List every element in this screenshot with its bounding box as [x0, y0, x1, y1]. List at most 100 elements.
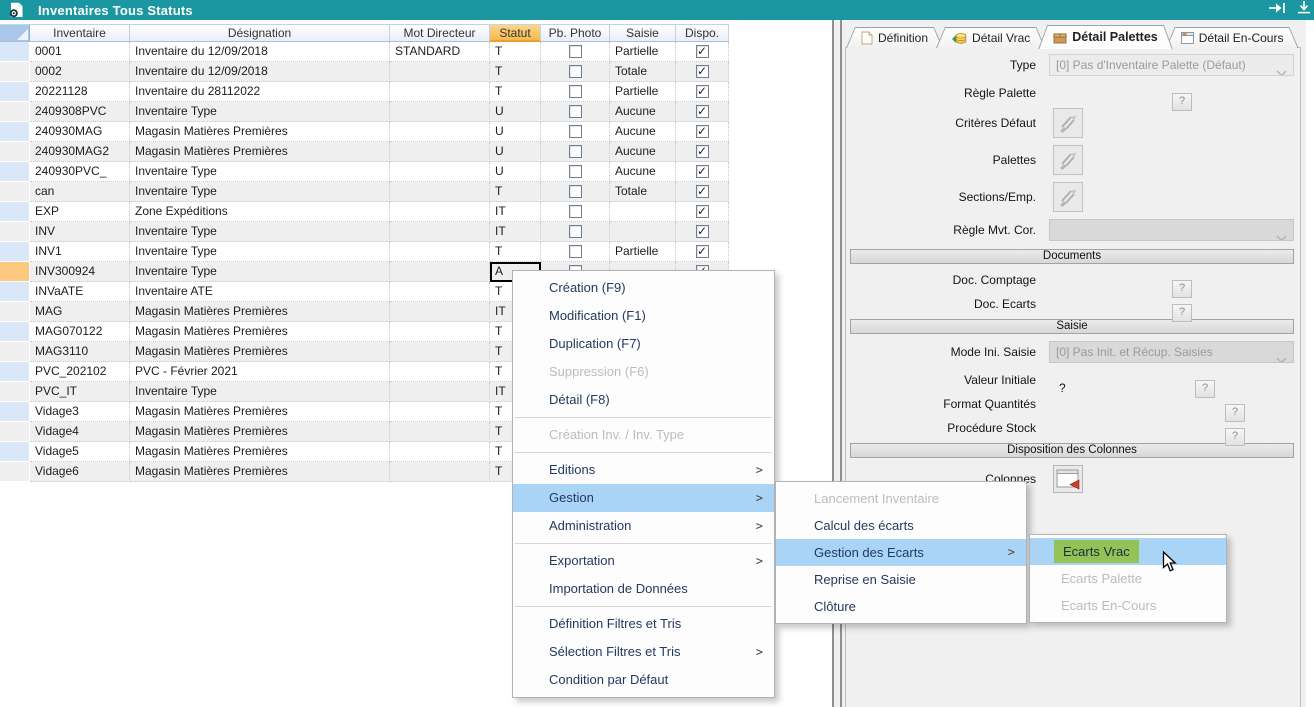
cell-pb-photo[interactable] — [541, 222, 610, 242]
col-header-mot-directeur[interactable]: Mot Directeur — [390, 24, 490, 42]
stamp-button[interactable] — [1053, 182, 1083, 212]
cell-mot-directeur[interactable] — [390, 222, 490, 242]
cell-dispo[interactable]: ✓ — [676, 222, 729, 242]
cell-saisie[interactable]: Aucune — [610, 162, 676, 182]
checkbox[interactable]: ✓ — [696, 185, 709, 198]
download-icon[interactable] — [1296, 1, 1312, 19]
cell-inventaire[interactable]: 2409308PVC — [30, 102, 130, 122]
cell-saisie[interactable]: Aucune — [610, 102, 676, 122]
stamp-button[interactable] — [1053, 108, 1083, 138]
checkbox[interactable] — [569, 205, 582, 218]
cell-pb-photo[interactable] — [541, 162, 610, 182]
cell-inventaire[interactable]: Vidage5 — [30, 442, 130, 462]
row-selector[interactable] — [0, 442, 30, 462]
cell-statut[interactable]: U — [490, 102, 541, 122]
cell-saisie[interactable]: Aucune — [610, 122, 676, 142]
cell-designation[interactable]: Magasin Matières Premières — [130, 462, 390, 482]
col-header-dispo[interactable]: Dispo. — [676, 24, 729, 42]
cell-mot-directeur[interactable]: STANDARD — [390, 42, 490, 62]
tab-d-tail-vrac[interactable]: Détail Vrac — [936, 27, 1045, 48]
checkbox[interactable] — [569, 85, 582, 98]
cell-statut[interactable]: IT — [490, 202, 541, 222]
row-selector[interactable] — [0, 222, 30, 242]
cell-dispo[interactable]: ✓ — [676, 82, 729, 102]
row-selector[interactable] — [0, 42, 30, 62]
checkbox[interactable]: ✓ — [696, 105, 709, 118]
row-selector[interactable] — [0, 362, 30, 382]
col-header-inventaire[interactable]: Inventaire — [30, 24, 130, 42]
cell-pb-photo[interactable] — [541, 142, 610, 162]
cell-mot-directeur[interactable] — [390, 302, 490, 322]
cell-designation[interactable]: Magasin Matières Premières — [130, 422, 390, 442]
cell-saisie[interactable]: Partielle — [610, 42, 676, 62]
menu-item-condition-par-d-faut[interactable]: Condition par Défaut — [513, 666, 774, 694]
menu-item-gestion[interactable]: Gestion> — [513, 484, 774, 512]
help-button[interactable]: ? — [1225, 428, 1245, 446]
arrow-to-end-icon[interactable] — [1268, 1, 1288, 19]
cell-designation[interactable]: Magasin Matières Premières — [130, 122, 390, 142]
menu-item-d-tail-f8[interactable]: Détail (F8) — [513, 386, 774, 414]
menu-item-reprise-en-saisie[interactable]: Reprise en Saisie — [776, 566, 1026, 593]
cell-designation[interactable]: Inventaire du 12/09/2018 — [130, 42, 390, 62]
row-selector[interactable] — [0, 62, 30, 82]
cell-inventaire[interactable]: INV1 — [30, 242, 130, 262]
cell-mot-directeur[interactable] — [390, 102, 490, 122]
cell-pb-photo[interactable] — [541, 122, 610, 142]
menu-item-s-lection-filtres-et-tris[interactable]: Sélection Filtres et Tris> — [513, 638, 774, 666]
checkbox[interactable] — [569, 45, 582, 58]
checkbox[interactable] — [569, 145, 582, 158]
col-header-statut[interactable]: Statut — [490, 24, 541, 42]
cell-mot-directeur[interactable] — [390, 62, 490, 82]
help-button[interactable]: ? — [1172, 304, 1192, 322]
cell-pb-photo[interactable] — [541, 242, 610, 262]
menu-item-editions[interactable]: Editions> — [513, 456, 774, 484]
cell-saisie[interactable] — [610, 202, 676, 222]
checkbox[interactable] — [569, 65, 582, 78]
cell-designation[interactable]: Zone Expéditions — [130, 202, 390, 222]
cell-designation[interactable]: PVC - Février 2021 — [130, 362, 390, 382]
table-row[interactable]: 0002Inventaire du 12/09/2018TTotale✓ — [0, 62, 729, 82]
menu-item-administration[interactable]: Administration> — [513, 512, 774, 540]
checkbox[interactable]: ✓ — [696, 245, 709, 258]
cell-designation[interactable]: Inventaire ATE — [130, 282, 390, 302]
cell-inventaire[interactable]: 240930PVC_ — [30, 162, 130, 182]
cell-mot-directeur[interactable] — [390, 402, 490, 422]
checkbox[interactable]: ✓ — [696, 85, 709, 98]
tab-d-finition[interactable]: Définition — [846, 27, 943, 48]
cell-mot-directeur[interactable] — [390, 322, 490, 342]
checkbox[interactable] — [569, 165, 582, 178]
checkbox[interactable]: ✓ — [696, 45, 709, 58]
checkbox[interactable]: ✓ — [696, 145, 709, 158]
cell-statut[interactable]: U — [490, 142, 541, 162]
row-selector[interactable] — [0, 322, 30, 342]
cell-statut[interactable]: T — [490, 62, 541, 82]
cell-inventaire[interactable]: 240930MAG — [30, 122, 130, 142]
cell-pb-photo[interactable] — [541, 202, 610, 222]
cell-mot-directeur[interactable] — [390, 142, 490, 162]
tab-d-tail-en-cours[interactable]: Détail En-Cours — [1166, 27, 1299, 48]
cell-designation[interactable]: Magasin Matières Premières — [130, 302, 390, 322]
cell-inventaire[interactable]: Vidage6 — [30, 462, 130, 482]
row-selector[interactable] — [0, 302, 30, 322]
row-selector[interactable] — [0, 82, 30, 102]
cell-inventaire[interactable]: EXP — [30, 202, 130, 222]
cell-designation[interactable]: Inventaire du 28112022 — [130, 82, 390, 102]
menu-item-cl-ture[interactable]: Clôture — [776, 593, 1026, 620]
cell-designation[interactable]: Inventaire Type — [130, 222, 390, 242]
checkbox[interactable]: ✓ — [696, 225, 709, 238]
cell-inventaire[interactable]: 0001 — [30, 42, 130, 62]
cell-statut[interactable]: IT — [490, 222, 541, 242]
help-button[interactable]: ? — [1225, 404, 1245, 422]
tab-d-tail-palettes[interactable]: Détail Palettes — [1038, 25, 1172, 49]
row-selector[interactable] — [0, 102, 30, 122]
cell-dispo[interactable]: ✓ — [676, 202, 729, 222]
cell-pb-photo[interactable] — [541, 182, 610, 202]
table-row[interactable]: 240930MAGMagasin Matières PremièresUAucu… — [0, 122, 729, 142]
cell-mot-directeur[interactable] — [390, 362, 490, 382]
cell-designation[interactable]: Magasin Matières Premières — [130, 142, 390, 162]
cell-saisie[interactable]: Partielle — [610, 82, 676, 102]
cell-pb-photo[interactable] — [541, 82, 610, 102]
cell-inventaire[interactable]: 20221128 — [30, 82, 130, 102]
table-row[interactable]: 0001Inventaire du 12/09/2018STANDARDTPar… — [0, 42, 729, 62]
menu-item-d-finition-filtres-et-tris[interactable]: Définition Filtres et Tris — [513, 610, 774, 638]
